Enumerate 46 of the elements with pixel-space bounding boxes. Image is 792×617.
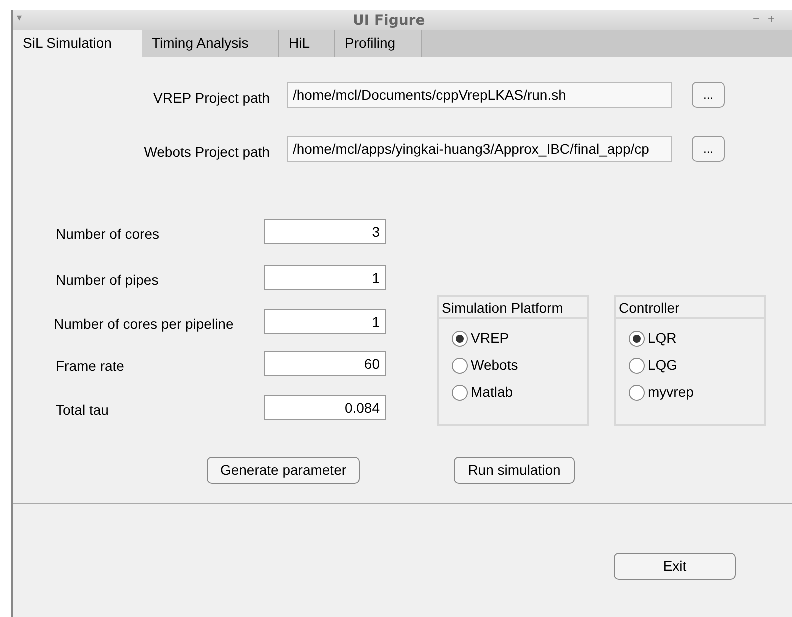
field-label: Frame rate [56, 357, 124, 376]
radio-label: myvrep [648, 383, 694, 402]
field-label: Number of cores per pipeline [54, 315, 234, 334]
number-field[interactable]: 1 [264, 309, 386, 334]
radio-button[interactable] [629, 384, 645, 400]
window-control-button[interactable]: − [753, 10, 760, 28]
action-button[interactable]: Run simulation [454, 457, 575, 484]
radio-option[interactable]: myvrep [629, 382, 694, 403]
radio-button[interactable] [452, 384, 468, 400]
action-button[interactable]: Generate parameter [207, 457, 360, 484]
radio-option[interactable]: VREP [452, 328, 510, 349]
path-field[interactable]: /home/mcl/apps/yingkai-huang3/Approx_IBC/final_app/cp [287, 136, 672, 162]
field-label: Total tau [56, 401, 109, 420]
window-title: UI Figure [353, 12, 426, 31]
radio-option[interactable]: Webots [452, 355, 518, 376]
radio-label: Webots [471, 356, 518, 375]
radio-label: Matlab [471, 383, 514, 402]
tab[interactable]: Timing Analysis [142, 30, 279, 57]
browse-button[interactable]: ... [692, 82, 725, 108]
field-label: Number of pipes [56, 271, 159, 290]
radio-button[interactable] [452, 330, 468, 346]
tab[interactable]: SiL Simulation [13, 30, 142, 57]
radio-label: LQR [648, 329, 677, 348]
radio-option[interactable]: LQR [629, 328, 677, 349]
field-label: Number of cores [56, 225, 160, 244]
number-field[interactable]: 60 [264, 351, 386, 376]
path-field[interactable]: /home/mcl/Documents/cppVrepLKAS/run.sh [287, 82, 672, 108]
radio-button[interactable] [629, 358, 645, 374]
radio-option[interactable]: Matlab [452, 382, 514, 403]
tab[interactable]: Profiling [335, 30, 422, 57]
number-field[interactable]: 1 [264, 265, 386, 290]
radio-button[interactable] [629, 330, 645, 346]
browse-button[interactable]: ... [692, 136, 725, 162]
field-label: VREP Project path [152, 89, 270, 108]
exit-button[interactable]: Exit [614, 553, 736, 580]
radio-button[interactable] [452, 358, 468, 374]
radio-label: LQG [648, 356, 678, 375]
number-field[interactable]: 3 [264, 219, 386, 244]
window-control-button[interactable]: + [768, 10, 776, 28]
group-title: Simulation Platform [439, 297, 587, 319]
field-label: Webots Project path [143, 143, 270, 162]
tab[interactable]: HiL [279, 30, 335, 57]
number-field[interactable]: 0.084 [264, 395, 386, 420]
radio-label: VREP [471, 329, 510, 348]
group-title: Controller [616, 297, 764, 319]
radio-option[interactable]: LQG [629, 355, 678, 376]
